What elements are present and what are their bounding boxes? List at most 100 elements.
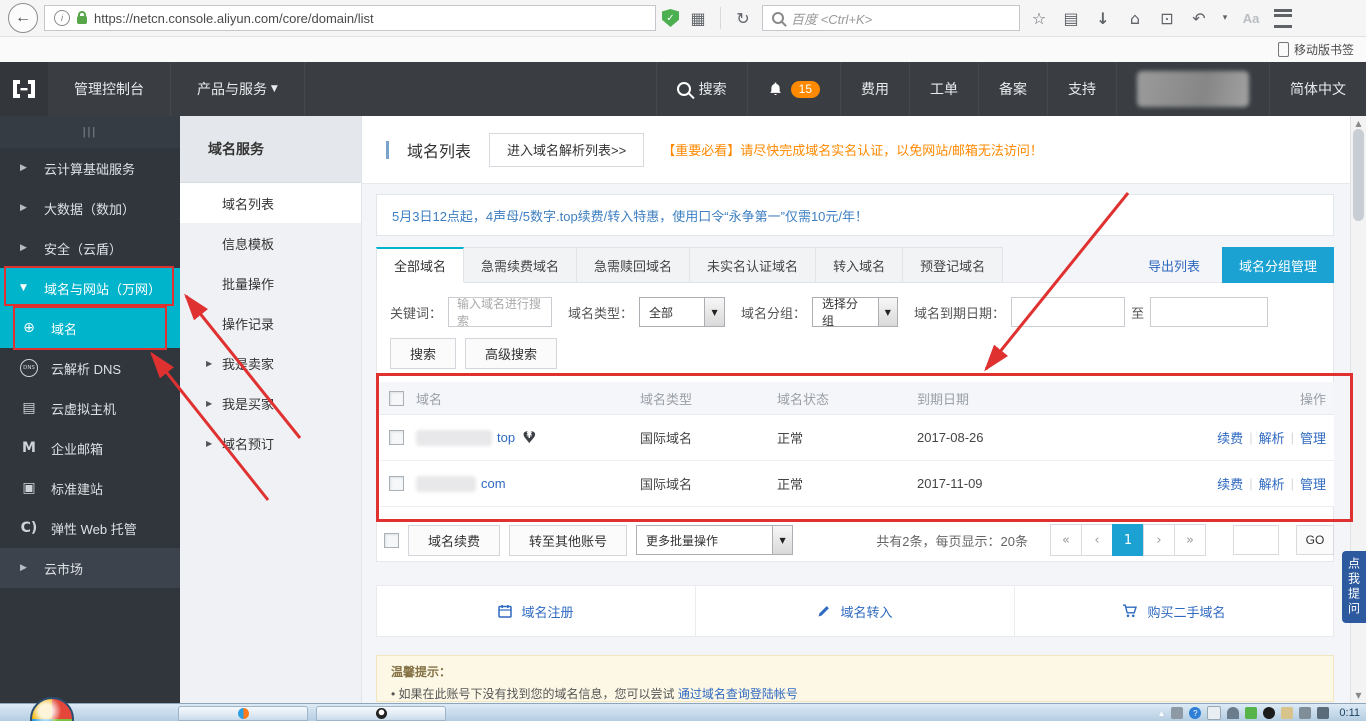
keyword-input[interactable]: 输入域名进行搜索 [448,297,552,327]
hidden-icons-arrow[interactable]: ▲ [1157,709,1165,718]
tray-window-icon[interactable] [1207,706,1221,720]
language-switcher[interactable]: 简体中文 [1269,62,1366,116]
page-number-current[interactable]: 1 [1112,524,1144,556]
manage-link[interactable]: 管理 [1300,428,1326,447]
submenu-item-batch-operations[interactable]: 批量操作 [180,263,361,303]
tray-settings-icon[interactable] [1299,707,1311,719]
submenu-item-info-template[interactable]: 信息模板 [180,223,361,263]
browser-back-button[interactable]: ← [8,3,38,33]
batch-select-all-checkbox[interactable] [384,533,399,548]
submenu-item-domain-preorder[interactable]: ▶域名预订 [180,423,361,463]
manage-link[interactable]: 管理 [1300,474,1326,493]
submenu-item-seller[interactable]: ▶我是卖家 [180,343,361,383]
expire-date-to-input[interactable] [1150,297,1268,327]
page-prev-button[interactable]: ‹ [1081,524,1113,556]
submenu-item-buyer[interactable]: ▶我是买家 [180,383,361,423]
tray-volume-icon[interactable] [1317,707,1329,719]
query-login-account-link[interactable]: 通过域名查询登陆帐号 [678,687,798,701]
advanced-search-button[interactable]: 高级搜索 [465,338,557,369]
notifications[interactable]: 15 [747,62,840,116]
page-first-button[interactable]: « [1050,524,1082,556]
select-all-checkbox[interactable] [389,391,404,406]
address-bar[interactable]: i https://netcn.console.aliyun.com/core/… [44,5,656,31]
buy-secondhand-domain-button[interactable]: 购买二手域名 [1014,586,1333,636]
undo-dropdown-caret-icon[interactable]: ▾ [1218,13,1232,23]
row-checkbox[interactable] [389,476,404,491]
renew-link[interactable]: 续费 [1217,474,1243,493]
undo-icon[interactable]: ↶ [1186,9,1212,28]
domain-suffix[interactable]: top [497,430,515,445]
console-home-link[interactable]: 管理控制台 [48,62,171,116]
renew-link[interactable]: 续费 [1217,428,1243,447]
mobile-bookmarks-label[interactable]: 移动版书签 [1294,41,1354,58]
domain-type-select[interactable]: 全部 ▼ [639,297,725,327]
home-icon[interactable]: ⌂ [1122,9,1148,28]
url-text[interactable]: https://netcn.console.aliyun.com/core/do… [94,11,374,26]
text-tool-icon[interactable]: Aa [1238,11,1264,26]
sidebar-item-dns[interactable]: DNS云解析 DNS [0,348,180,388]
tab-preregistered[interactable]: 预登记域名 [903,247,1003,283]
tab-transfer-in[interactable]: 转入域名 [816,247,903,283]
resolve-link[interactable]: 解析 [1259,474,1285,493]
search-button[interactable]: 搜索 [390,338,456,369]
batch-renew-button[interactable]: 域名续费 [408,525,500,556]
user-account[interactable] [1116,62,1269,116]
row-checkbox[interactable] [389,430,404,445]
sidebar-item-cloud-computing[interactable]: ▶云计算基础服务 [0,148,180,188]
tray-folder-icon[interactable] [1281,707,1293,719]
sidebar-item-site-builder[interactable]: ▣标准建站 [0,468,180,508]
more-batch-actions-select[interactable]: 更多批量操作 ▼ [636,525,793,555]
tray-green-app-icon[interactable] [1245,707,1257,719]
resolve-link[interactable]: 解析 [1259,428,1285,447]
products-menu[interactable]: 产品与服务 ▼ [171,62,305,116]
select-caret-icon[interactable]: ▼ [704,298,724,326]
sidebar-item-enterprise-mail[interactable]: M企业邮箱 [0,428,180,468]
sidebar-collapse-handle[interactable]: ||| [0,116,180,148]
tray-help-icon[interactable]: ? [1189,707,1201,719]
aliyun-logo[interactable] [0,62,48,116]
browser-search-box[interactable]: 百度 <Ctrl+K> [762,5,1020,31]
tray-wifi-icon[interactable] [1227,707,1239,719]
tray-qq-penguin-icon[interactable] [1263,707,1275,719]
page-last-button[interactable]: » [1174,524,1206,556]
scrollbar-thumb[interactable] [1353,129,1364,221]
nav-item-icp[interactable]: 备案 [978,62,1047,116]
screenshot-icon[interactable]: ⊡ [1154,9,1180,28]
sidebar-item-web-hosting[interactable]: ▤云虚拟主机 [0,388,180,428]
scroll-up-arrow[interactable]: ▲ [1351,119,1366,128]
transfer-in-domain-button[interactable]: 域名转入 [695,586,1014,636]
goto-dns-resolve-list-button[interactable]: 进入域名解析列表>> [489,133,644,167]
sidebar-item-bigdata[interactable]: ▶大数据（数加） [0,188,180,228]
qr-code-icon[interactable]: ▦ [685,9,711,28]
bookmark-star-icon[interactable]: ☆ [1026,9,1052,28]
domain-group-manage-button[interactable]: 域名分组管理 [1222,247,1334,283]
downloads-icon[interactable]: ↓ [1090,9,1116,28]
expire-date-from-input[interactable] [1011,297,1125,327]
tab-renew-soon[interactable]: 急需续费域名 [464,247,577,283]
tray-keyboard-icon[interactable] [1171,707,1183,719]
domain-group-select[interactable]: 选择分组 ▼ [812,297,898,327]
sidebar-item-security[interactable]: ▶安全（云盾） [0,228,180,268]
reading-list-icon[interactable]: ▤ [1058,9,1084,28]
select-caret-icon[interactable]: ▼ [772,526,792,554]
sidebar-item-elastic-web[interactable]: C)弹性 Web 托管 [0,508,180,548]
ask-question-tab[interactable]: 点我提问 [1342,551,1366,623]
sidebar-item-domain[interactable]: ⊕域名 [0,308,180,348]
submenu-item-domain-list[interactable]: 域名列表 [180,183,361,223]
taskbar-app-qq[interactable] [316,706,446,721]
taskbar-app-browser[interactable] [178,706,308,721]
tab-redeem-soon[interactable]: 急需赎回域名 [577,247,690,283]
nav-item-billing[interactable]: 费用 [840,62,909,116]
page-info-icon[interactable]: i [54,10,70,26]
page-jump-input[interactable] [1233,525,1279,555]
page-go-button[interactable]: GO [1296,525,1334,555]
domain-suffix[interactable]: com [481,476,506,491]
nav-item-tickets[interactable]: 工单 [909,62,978,116]
tab-all-domains[interactable]: 全部域名 [376,247,464,283]
console-search[interactable]: 搜索 [656,62,747,116]
page-next-button[interactable]: › [1143,524,1175,556]
browser-menu-icon[interactable] [1274,9,1292,28]
nav-item-support[interactable]: 支持 [1047,62,1116,116]
export-list-link[interactable]: 导出列表 [1148,256,1222,275]
refresh-icon[interactable]: ↻ [730,9,756,28]
